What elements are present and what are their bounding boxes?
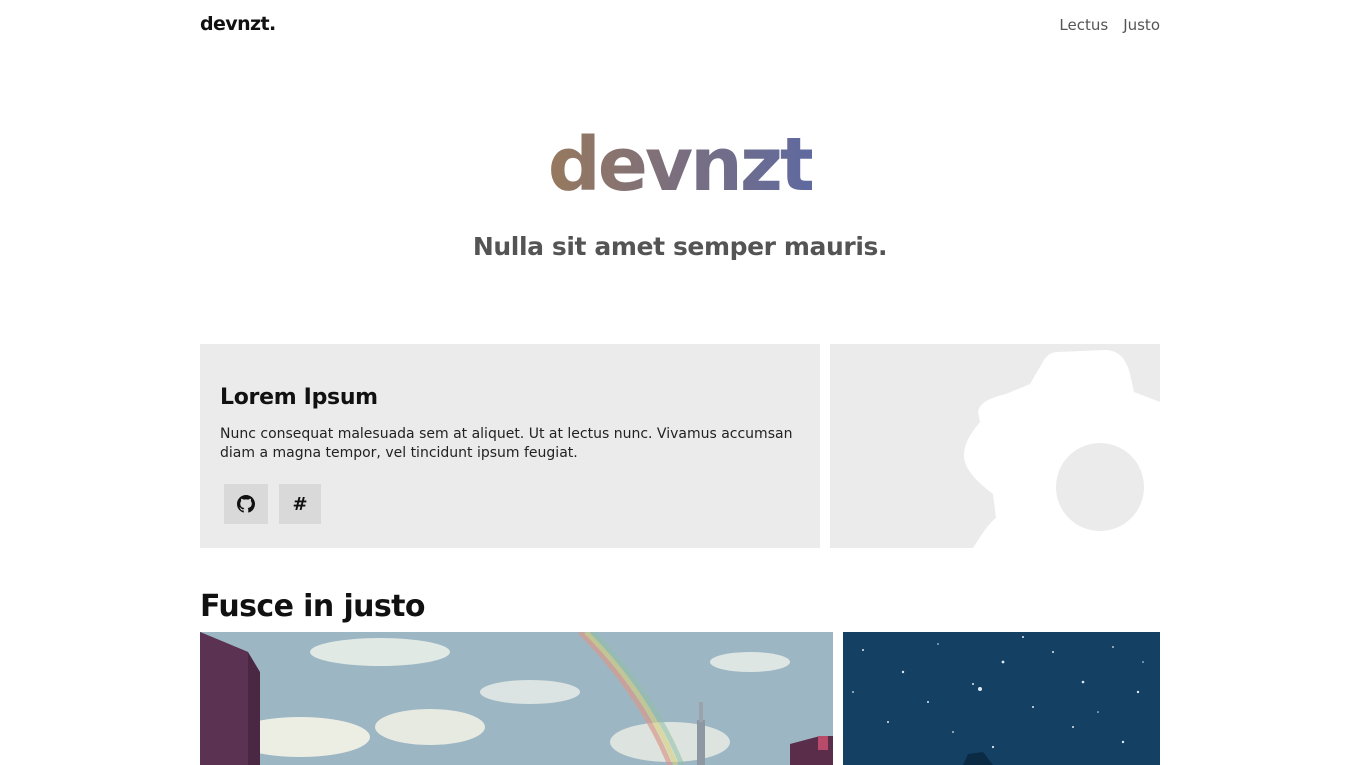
brand-logo-link[interactable]: devnzt.	[200, 13, 276, 35]
hash-icon: #	[292, 493, 308, 515]
nav-link-lectus[interactable]: Lectus	[1059, 16, 1108, 34]
card-image-panel	[830, 344, 1160, 548]
github-icon	[237, 495, 255, 513]
nav-link-justo[interactable]: Justo	[1123, 16, 1160, 34]
hero-subtitle: Nulla sit amet semper mauris.	[472, 232, 888, 261]
nav-links: Lectus Justo	[1059, 16, 1160, 34]
city-rainbow-photo[interactable]	[200, 632, 833, 765]
city-rainbow-image	[200, 632, 833, 765]
night-sky-photo[interactable]	[843, 632, 1160, 765]
card-title: Lorem Ipsum	[220, 385, 378, 410]
night-sky-image	[843, 632, 1160, 765]
hash-link-button[interactable]: #	[279, 484, 321, 524]
github-button[interactable]	[224, 484, 268, 524]
card-description: Nunc consequat malesuada sem at aliquet.…	[220, 426, 793, 461]
gear-icon	[964, 350, 1160, 548]
top-navbar: devnzt. Lectus Justo	[200, 0, 1160, 52]
hero-title-text: devnzt	[547, 122, 816, 208]
hero-title: devnzt	[0, 128, 1360, 202]
section-title: Fusce in justo	[200, 589, 426, 624]
